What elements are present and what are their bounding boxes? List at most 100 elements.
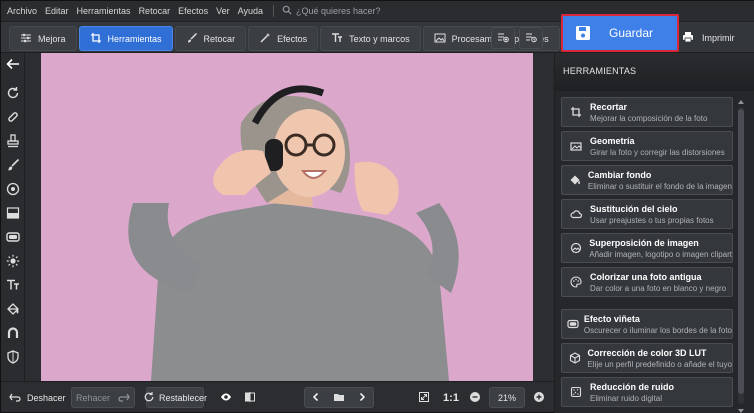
history-button[interactable] xyxy=(519,27,543,49)
navigation-group xyxy=(304,387,374,408)
tool-card-cambiar-fondo[interactable]: Cambiar fondo Eliminar o sustituir el fo… xyxy=(561,165,733,195)
sun-icon[interactable] xyxy=(6,254,20,268)
scroll-up-icon[interactable] xyxy=(737,97,745,105)
zoom-percent-label: 21% xyxy=(497,392,516,403)
list-clock-icon xyxy=(525,31,537,46)
fill-bucket-icon xyxy=(562,174,588,186)
save-button[interactable]: Guardar xyxy=(561,14,679,52)
scroll-thumb[interactable] xyxy=(738,109,744,394)
menu-item-efectos[interactable]: Efectos xyxy=(178,6,208,16)
menu-item-ayuda[interactable]: Ayuda xyxy=(238,6,263,16)
radial-filter-icon[interactable] xyxy=(6,182,20,196)
tools-panel: HERRAMIENTAS Recortar Mejorar la composi… xyxy=(554,53,754,413)
vignette-icon[interactable] xyxy=(6,230,20,244)
rotate-icon[interactable] xyxy=(6,86,20,100)
tab-label: Mejora xyxy=(38,33,66,44)
tool-card-superposicion-imagen[interactable]: Superposición de imagen Añadir imagen, l… xyxy=(561,233,733,263)
vignette-icon xyxy=(562,318,584,330)
palette-icon xyxy=(562,276,590,288)
panel-scrollbar[interactable] xyxy=(736,97,746,413)
plus-circle-icon xyxy=(533,391,545,405)
redo-button[interactable]: Rehacer xyxy=(71,387,135,408)
canvas-area[interactable] xyxy=(25,53,549,381)
tool-title: Reducción de ruido xyxy=(590,381,675,392)
tab-herramientas[interactable]: Herramientas xyxy=(78,26,173,51)
menu-item-ver[interactable]: Ver xyxy=(216,6,230,16)
menu-item-retocar[interactable]: Retocar xyxy=(139,6,171,16)
tab-mejora[interactable]: Mejora xyxy=(9,26,77,51)
scroll-down-icon[interactable] xyxy=(737,406,745,413)
crop-icon xyxy=(90,32,102,46)
shield-icon[interactable] xyxy=(6,350,20,364)
zoom-percent-field[interactable]: 21% xyxy=(489,387,525,408)
bandage-icon[interactable] xyxy=(6,110,20,124)
tool-title: Colorizar una foto antigua xyxy=(590,271,702,282)
stamp-icon[interactable] xyxy=(6,134,20,148)
fill-bucket-icon[interactable] xyxy=(6,302,20,316)
tool-title: Cambiar fondo xyxy=(587,169,652,180)
gradient-filter-icon[interactable] xyxy=(6,206,20,220)
tool-card-geometria[interactable]: Geometría Girar la foto y corregir las d… xyxy=(561,131,733,161)
reset-button[interactable]: Restablecer xyxy=(143,387,207,408)
brush-icon xyxy=(186,32,198,46)
chevron-right-icon[interactable] xyxy=(356,391,368,405)
tab-label: Efectos xyxy=(277,33,308,44)
left-tool-rail xyxy=(1,53,25,381)
tool-card-efecto-vineta[interactable]: Efecto viñeta Oscurecer o iluminar los b… xyxy=(561,309,733,339)
fit-screen-button[interactable] xyxy=(415,387,433,408)
menu-item-herramientas[interactable]: Herramientas xyxy=(77,6,131,16)
tab-efectos[interactable]: Efectos xyxy=(248,26,319,51)
tool-title: Sustitución del cielo xyxy=(590,203,678,214)
tab-bar: Mejora Herramientas Retocar Efectos Text… xyxy=(9,26,560,51)
cloud-icon xyxy=(562,208,590,220)
compare-icon xyxy=(244,391,256,405)
menu-item-archivo[interactable]: Archivo xyxy=(7,6,37,16)
fit-screen-icon xyxy=(418,391,430,405)
magnet-icon[interactable] xyxy=(6,326,20,340)
tool-desc: Dar color a una foto en blanco y negro xyxy=(590,283,727,293)
tab-label: Herramientas xyxy=(107,33,162,44)
woman-with-headphones-illustration xyxy=(128,85,459,381)
reset-icon xyxy=(143,391,155,405)
zoom-in-button[interactable] xyxy=(531,387,547,408)
chevron-left-icon[interactable] xyxy=(310,391,322,405)
redo-label: Rehacer xyxy=(75,392,111,403)
add-preset-button[interactable] xyxy=(491,27,515,49)
tool-desc: Añadir imagen, logotipo o imagen clipart xyxy=(589,249,732,259)
layers-icon xyxy=(562,242,589,254)
magic-wand-icon xyxy=(259,32,271,46)
folder-icon[interactable] xyxy=(333,391,345,405)
print-button[interactable]: Imprimir xyxy=(682,29,735,47)
bottom-bar: Deshacer Rehacer Restablecer 1:1 21% xyxy=(1,381,554,412)
menu-item-editar[interactable]: Editar xyxy=(45,6,69,16)
brush-icon[interactable] xyxy=(6,158,20,172)
zoom-ratio-button[interactable]: 1:1 xyxy=(439,387,463,408)
printer-icon xyxy=(682,31,694,45)
undo-button[interactable]: Deshacer xyxy=(9,387,66,408)
tab-texto-marcos[interactable]: Texto y marcos xyxy=(320,26,421,51)
tool-card-reduccion-ruido[interactable]: Reducción de ruido Eliminar ruido digita… xyxy=(561,377,733,407)
undo-arrow-icon xyxy=(9,391,21,405)
text-icon[interactable] xyxy=(6,278,20,292)
preview-eye-button[interactable] xyxy=(217,387,235,408)
redo-arrow-icon xyxy=(118,391,130,405)
tool-card-correccion-3d-lut[interactable]: Corrección de color 3D LUT Elije un perf… xyxy=(561,343,733,373)
tab-retocar[interactable]: Retocar xyxy=(174,26,247,51)
tool-card-sustitucion-cielo[interactable]: Sustitución del cielo Usar preajustes o … xyxy=(561,199,733,229)
help-search[interactable]: ¿Qué quieres hacer? xyxy=(282,5,381,17)
text-icon xyxy=(331,32,343,46)
tool-title: Efecto viñeta xyxy=(583,313,640,324)
tool-desc: Girar la foto y corregir las distorsione… xyxy=(590,147,725,157)
zoom-out-button[interactable] xyxy=(467,387,483,408)
photo-editor-window: Archivo Editar Herramientas Retocar Efec… xyxy=(0,0,754,413)
tool-desc: Mejorar la composición de la foto xyxy=(590,113,708,123)
photo-canvas[interactable] xyxy=(41,53,533,381)
tool-card-colorizar[interactable]: Colorizar una foto antigua Dar color a u… xyxy=(561,267,733,297)
tab-label: Retocar xyxy=(203,33,236,44)
tool-card-recortar[interactable]: Recortar Mejorar la composición de la fo… xyxy=(561,97,733,127)
tool-title: Recortar xyxy=(590,101,628,112)
compare-button[interactable] xyxy=(241,387,259,408)
back-arrow-icon[interactable] xyxy=(6,57,20,71)
tool-desc: Usar preajustes o tus propias fotos xyxy=(590,215,714,225)
tool-desc: Oscurecer o iluminar los bordes de la fo… xyxy=(583,325,732,335)
